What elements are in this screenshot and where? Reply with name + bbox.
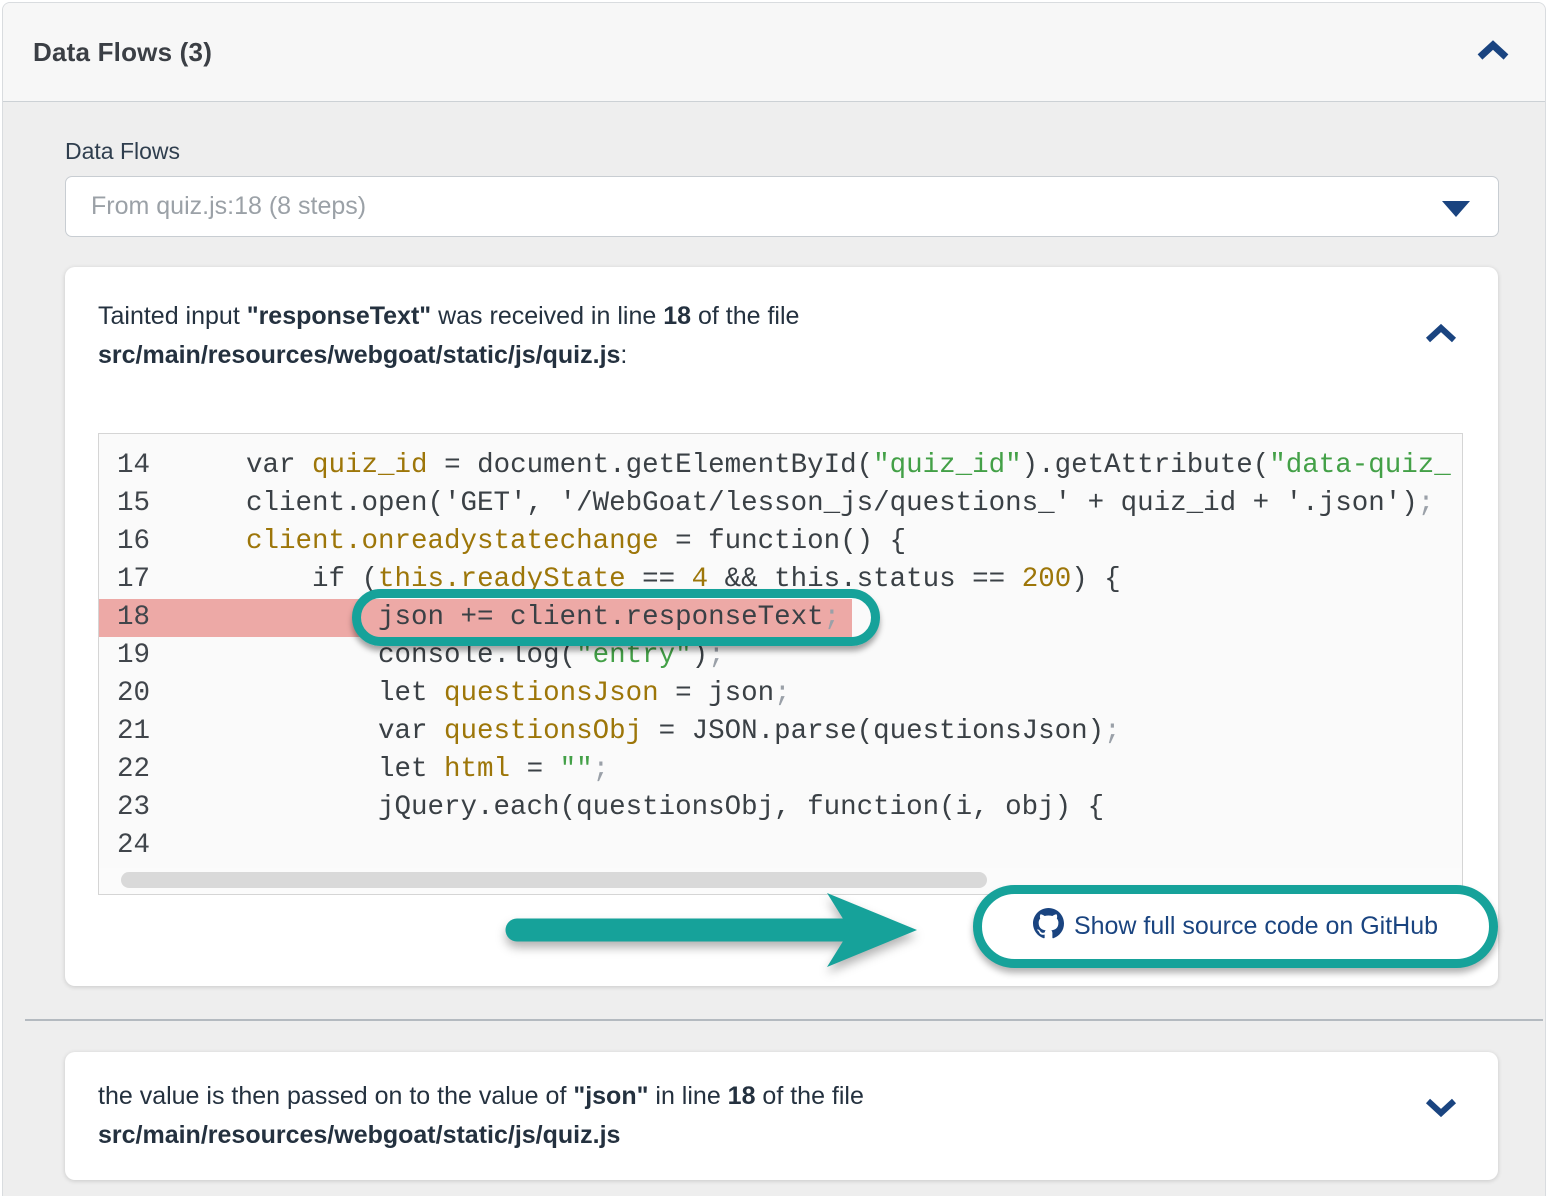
code-line: 18 json += client.responseText;: [99, 599, 1462, 637]
code-line: 22 let html = "";: [99, 751, 1462, 789]
code-text: var questionsObj = JSON.parse(questionsJ…: [180, 713, 1121, 751]
github-icon: [1033, 908, 1064, 946]
step-expand-button[interactable]: [1420, 1092, 1462, 1125]
line-number: 20: [99, 675, 180, 713]
line-number: 19: [99, 637, 180, 675]
code-text: let html = "";: [180, 751, 609, 789]
line-number: 24: [99, 827, 180, 865]
code-line: 14 var quiz_id = document.getElementById…: [99, 447, 1462, 485]
code-line: 16 client.onreadystatechange = function(…: [99, 523, 1462, 561]
next-step-card: the value is then passed on to the value…: [65, 1052, 1498, 1180]
code-line: 20 let questionsJson = json;: [99, 675, 1462, 713]
code-line: 19 console.log("entry");: [99, 637, 1462, 675]
step-description: Tainted input "responseText" was receive…: [65, 267, 1498, 375]
code-text: var quiz_id = document.getElementById("q…: [180, 447, 1451, 485]
data-flow-select-value: From quiz.js:18 (8 steps): [91, 192, 366, 221]
line-number: 14: [99, 447, 180, 485]
code-line: 17 if (this.readyState == 4 && this.stat…: [99, 561, 1462, 599]
panel-title: Data Flows (3): [33, 37, 212, 68]
code-text: jQuery.each(questionsObj, function(i, ob…: [180, 789, 1104, 827]
code-line: 23 jQuery.each(questionsObj, function(i,…: [99, 789, 1462, 827]
data-flow-select[interactable]: From quiz.js:18 (8 steps): [65, 176, 1499, 237]
line-number: 17: [99, 561, 180, 599]
code-text: console.log("entry");: [180, 637, 725, 675]
code-text: client.open('GET', '/WebGoat/lesson_js/q…: [180, 485, 1434, 523]
code-text: if (this.readyState == 4 && this.status …: [180, 561, 1121, 599]
step-collapse-button[interactable]: [1420, 319, 1462, 352]
code-line: 21 var questionsObj = JSON.parse(questio…: [99, 713, 1462, 751]
annotation-arrow: [505, 885, 945, 975]
panel-collapse-button[interactable]: [1471, 35, 1515, 70]
chevron-down-icon: [1442, 201, 1470, 217]
next-step-description: the value is then passed on to the value…: [98, 1077, 1378, 1155]
code-line: 15 client.open('GET', '/WebGoat/lesson_j…: [99, 485, 1462, 523]
section-divider: [25, 1019, 1543, 1021]
code-text: client.onreadystatechange = function() {: [180, 523, 906, 561]
code-text: let questionsJson = json;: [180, 675, 791, 713]
github-link-annotation-oval: Show full source code on GitHub: [973, 885, 1498, 968]
data-flows-panel: Data Flows (3) Data Flows From quiz.js:1…: [2, 2, 1546, 1196]
data-flow-step-card: Tainted input "responseText" was receive…: [65, 267, 1498, 986]
show-source-github-link[interactable]: Show full source code on GitHub: [1033, 908, 1438, 946]
chevron-down-icon: [1424, 1106, 1458, 1121]
code-scrollbar-thumb[interactable]: [121, 872, 987, 888]
code-snippet: 14 var quiz_id = document.getElementById…: [98, 433, 1463, 895]
line-number: 21: [99, 713, 180, 751]
data-flows-select-label: Data Flows: [65, 138, 1497, 165]
code-text: json += client.responseText;: [180, 599, 840, 637]
line-number: 18: [99, 599, 180, 637]
panel-header: Data Flows (3): [3, 3, 1545, 102]
github-link-label: Show full source code on GitHub: [1074, 912, 1438, 941]
panel-body: Data Flows From quiz.js:18 (8 steps) Tai…: [3, 102, 1545, 1180]
line-number: 16: [99, 523, 180, 561]
chevron-up-icon: [1424, 333, 1458, 348]
code-lines: 14 var quiz_id = document.getElementById…: [99, 447, 1462, 865]
code-line: 24: [99, 827, 1462, 865]
line-number: 15: [99, 485, 180, 523]
line-number: 23: [99, 789, 180, 827]
chevron-up-icon: [1475, 51, 1511, 66]
line-number: 22: [99, 751, 180, 789]
